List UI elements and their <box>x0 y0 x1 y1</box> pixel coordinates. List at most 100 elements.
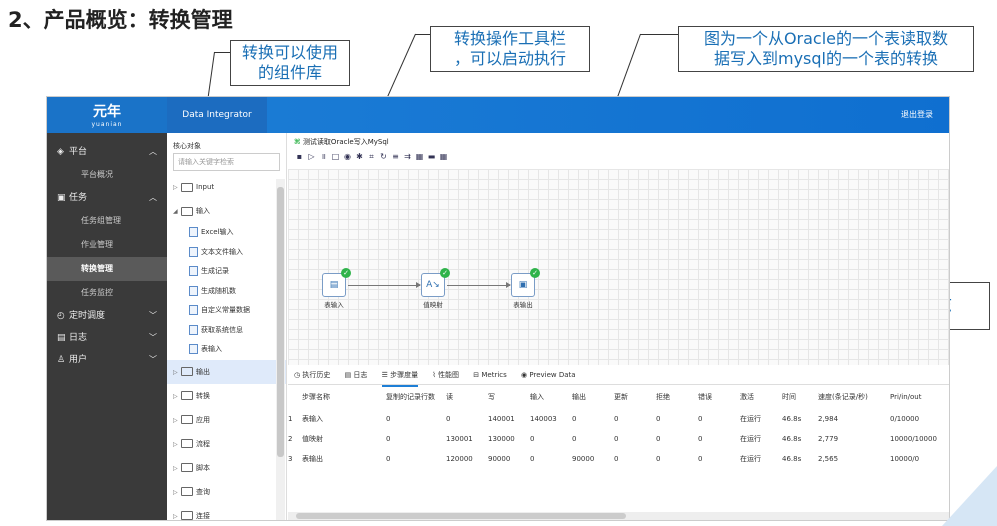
sidebar-section-task[interactable]: ▣ 任务 ︿ <box>47 187 167 209</box>
user-icon: ♙ <box>57 355 66 365</box>
tree-folder[interactable]: ▷ 脚本 <box>167 456 286 480</box>
sidebar-section-user[interactable]: ♙ 用户 ﹀ <box>47 349 167 371</box>
pointer-line <box>214 52 230 53</box>
sidebar-item-transform[interactable]: 转换管理 <box>47 257 167 281</box>
tree-leaf[interactable]: 生成记录 <box>167 262 286 282</box>
sidebar-section-platform[interactable]: ◈ 平台 ︿ <box>47 141 167 163</box>
run-icon[interactable]: ▷ <box>306 152 317 161</box>
tab-step-metrics[interactable]: ☰ 步骤度量 <box>381 365 419 387</box>
clock-icon: ◴ <box>57 311 65 321</box>
scroll-thumb[interactable] <box>277 187 284 457</box>
tree-folder[interactable]: ▷ 输出 <box>167 359 286 384</box>
caret-down-icon: ◢ <box>173 208 178 215</box>
layout-icon[interactable]: ▦ <box>438 152 449 161</box>
transform-icon: ⌘ <box>294 138 303 146</box>
logout-link[interactable]: 退出登录 <box>901 97 933 133</box>
sidebar-item-job[interactable]: 作业管理 <box>47 233 167 257</box>
value-mapper-icon: A↘ <box>426 280 440 290</box>
check-icon: ✓ <box>530 268 540 278</box>
component-scrollbar[interactable] <box>276 179 285 520</box>
hop-arrow <box>348 282 421 288</box>
caret-right-icon: ▷ <box>173 416 178 424</box>
tree-folder[interactable]: ▷ 转换 <box>167 384 286 408</box>
sidebar: ◈ 平台 ︿ 平台概况 ▣ 任务 ︿ 任务组管理 作业管理 转换管理 任务监控 ◴ 定时调… <box>47 133 167 520</box>
metrics-list-icon: ☰ <box>381 371 391 379</box>
tree-folder[interactable]: ▷ 查询 <box>167 480 286 504</box>
tab-history[interactable]: ◷ 执行历史 <box>294 365 330 385</box>
save-icon[interactable]: ▪ <box>294 152 305 161</box>
decorative-corner <box>942 466 997 526</box>
text-file-input-icon <box>189 246 198 257</box>
app-window: 元年 yuanian Data Integrator 退出登录 ◈ 平台 ︿ 平台概… <box>46 96 950 521</box>
table-row[interactable]: 1 表输入 0 0 140001 140003 0 0 0 0 在运行 46.8s 2,984 0/100… <box>288 409 949 429</box>
debug-icon[interactable]: ✱ <box>354 152 365 161</box>
tree-folder[interactable]: ▷ 应用 <box>167 408 286 432</box>
table-input-icon: ▤ <box>329 280 339 290</box>
folder-icon <box>181 367 193 376</box>
tree-folder[interactable]: ◢ 输入 <box>167 199 286 223</box>
analyze-icon[interactable]: ≡ <box>390 152 401 161</box>
component-header: 核心对象 <box>173 142 201 150</box>
show-results-icon[interactable]: ▬ <box>426 152 437 161</box>
tree-folder[interactable]: ▷ 连接 <box>167 504 286 520</box>
horizontal-scrollbar[interactable] <box>288 512 949 520</box>
system-info-icon <box>189 324 198 335</box>
tab-performance-chart[interactable]: ⌇ 性能图 <box>432 365 459 385</box>
tree-leaf[interactable]: Excel输入 <box>167 223 286 243</box>
step-node-value-mapper[interactable]: A↘ ✓ <box>421 268 450 297</box>
tree-leaf[interactable]: 获取系统信息 <box>167 321 286 341</box>
folder-icon <box>181 391 193 400</box>
tree-leaf[interactable]: 自定义常量数据 <box>167 301 286 321</box>
generate-rows-icon <box>189 266 198 276</box>
log-icon: ▤ <box>57 333 66 343</box>
tree-leaf[interactable]: 文本文件输入 <box>167 243 286 263</box>
toolbar: ▪ ▷ ॥ □ ◉ ✱ ⌗ ↻ ≡ ⇉ ▦ ▬ ▦ <box>288 151 949 167</box>
table-row[interactable]: 2 值映射 0 130001 130000 0 0 0 0 0 在运行 46.8s 2,779 10000… <box>288 429 949 449</box>
caret-right-icon: ▷ <box>173 464 178 472</box>
tab-metrics[interactable]: ⊟ Metrics <box>473 365 507 385</box>
chevron-down-icon: ﹀ <box>149 333 157 342</box>
explore-icon[interactable]: ▦ <box>414 152 425 161</box>
pause-icon[interactable]: ॥ <box>318 151 329 162</box>
chevron-up-icon: ︿ <box>149 193 157 202</box>
preview-icon[interactable]: ◉ <box>342 152 353 161</box>
sidebar-item-monitor[interactable]: 任务监控 <box>47 281 167 305</box>
step-metrics-table: 步骤名称 复制的记录行数 读 写 输入 输出 更新 拒绝 错误 激活 时间 速度… <box>288 385 949 469</box>
table-row[interactable]: 3 表输出 0 120000 90000 0 90000 0 0 0 在运行 46.8s 2,565 10… <box>288 449 949 469</box>
tab-preview-data[interactable]: ◉ Preview Data <box>521 365 576 385</box>
folder-icon <box>181 415 193 424</box>
pointer-line <box>415 34 430 35</box>
sidebar-item-task-group[interactable]: 任务组管理 <box>47 209 167 233</box>
step-label: 表输入 <box>324 301 344 309</box>
tree-folder[interactable]: ▷ 流程 <box>167 432 286 456</box>
tree-folder[interactable]: ▷ Input <box>167 175 286 199</box>
caret-right-icon: ▷ <box>173 368 178 376</box>
check-icon: ✓ <box>341 268 351 278</box>
sidebar-section-log[interactable]: ▤ 日志 ﹀ <box>47 327 167 349</box>
sql-icon[interactable]: ⇉ <box>402 152 413 161</box>
sidebar-item-platform-overview[interactable]: 平台概况 <box>47 163 167 187</box>
transform-title: ⌘ 测试读取Oracle写入MySql <box>294 138 389 146</box>
step-node-table-output[interactable]: ▣ ✓ <box>511 268 540 297</box>
tab-log[interactable]: ▤ 日志 <box>345 365 368 385</box>
step-node-table-input[interactable]: ▤ ✓ <box>322 268 351 297</box>
design-canvas[interactable]: ▤ ✓ 表输入 A↘ ✓ 值映射 ▣ ✓ 表输出 <box>288 169 949 365</box>
component-search-input[interactable]: 请输入关键字检索 <box>173 153 280 171</box>
tree-leaf[interactable]: 表输入 <box>167 340 286 360</box>
callout-components: 转换可以使用 的组件库 <box>230 40 350 86</box>
tree-leaf[interactable]: 生成随机数 <box>167 282 286 302</box>
stop-icon[interactable]: □ <box>330 152 341 161</box>
chevron-up-icon: ︿ <box>149 147 157 156</box>
replay-icon[interactable]: ⌗ <box>366 152 377 162</box>
task-icon: ▣ <box>57 193 66 203</box>
sidebar-section-schedule[interactable]: ◴ 定时调度 ﹀ <box>47 305 167 327</box>
scroll-thumb[interactable] <box>296 513 626 519</box>
pointer-line <box>640 34 678 35</box>
folder-icon <box>181 487 193 496</box>
verify-icon[interactable]: ↻ <box>378 152 389 161</box>
excel-input-icon <box>189 227 198 237</box>
folder-icon <box>181 206 193 216</box>
caret-right-icon: ▷ <box>173 392 178 400</box>
hop-arrow <box>447 282 511 288</box>
app-name: Data Integrator <box>167 97 267 133</box>
